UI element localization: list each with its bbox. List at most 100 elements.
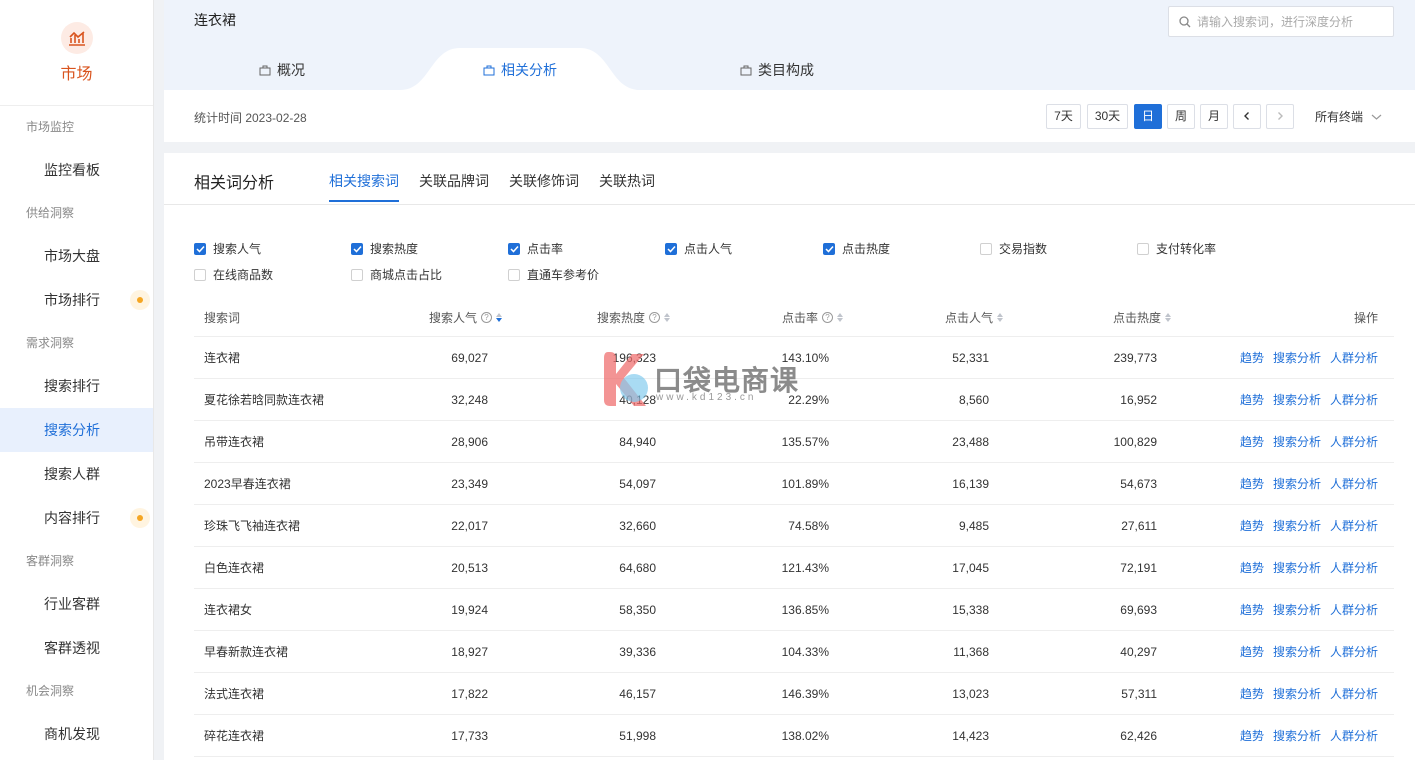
search-analysis-link[interactable]: 搜索分析 <box>1273 517 1321 534</box>
search-analysis-link[interactable]: 搜索分析 <box>1273 433 1321 450</box>
column-header[interactable]: 点击热度 <box>1003 309 1171 326</box>
sidebar-item[interactable]: 搜索排行 <box>0 364 153 408</box>
sidebar-item[interactable]: 搜索人群 <box>0 452 153 496</box>
tab-related-analysis[interactable]: 相关分析 <box>460 50 580 90</box>
trend-link[interactable]: 趋势 <box>1240 727 1264 744</box>
sidebar-item[interactable]: 监控看板 <box>0 148 153 192</box>
crowd-analysis-link[interactable]: 人群分析 <box>1330 433 1378 450</box>
trend-link[interactable]: 趋势 <box>1240 433 1264 450</box>
search-input[interactable] <box>1197 14 1377 29</box>
range-month-button[interactable]: 月 <box>1200 104 1228 129</box>
column-header[interactable]: 点击率? <box>670 309 843 326</box>
trend-link[interactable]: 趋势 <box>1240 475 1264 492</box>
checkbox-empty-icon <box>1137 242 1149 255</box>
crowd-analysis-link[interactable]: 人群分析 <box>1330 727 1378 744</box>
metric-cell: 146.39% <box>670 687 843 701</box>
column-header-label: 搜索人气 <box>428 311 477 325</box>
crowd-analysis-link[interactable]: 人群分析 <box>1330 601 1378 618</box>
metric-cell: 100,829 <box>1003 435 1171 449</box>
cell-value: 239,773 <box>1113 350 1157 365</box>
sidebar-item[interactable]: 市场大盘 <box>0 234 153 278</box>
help-icon[interactable]: ? <box>649 312 660 323</box>
help-icon[interactable]: ? <box>481 312 492 323</box>
trend-link[interactable]: 趋势 <box>1240 601 1264 618</box>
trend-link[interactable]: 趋势 <box>1240 685 1264 702</box>
sidebar-item[interactable]: 客群透视 <box>0 626 153 670</box>
column-header[interactable]: 点击人气 <box>843 309 1003 326</box>
sidebar-item[interactable]: 市场排行 <box>0 278 153 322</box>
cell-value: 138.02% <box>781 728 829 743</box>
metric-checkbox[interactable]: 搜索人气 <box>194 240 261 257</box>
metric-cell: 13,023 <box>843 687 1003 701</box>
cell-value: 11,368 <box>953 644 989 659</box>
sidebar-item[interactable]: 搜索分析 <box>0 408 153 452</box>
checkbox-label: 交易指数 <box>999 242 1048 256</box>
sidebar-item[interactable]: 商机发现 <box>0 712 153 756</box>
crowd-analysis-link[interactable]: 人群分析 <box>1330 475 1378 492</box>
metric-checkbox[interactable]: 点击热度 <box>823 240 890 257</box>
trend-link[interactable]: 趋势 <box>1240 559 1264 576</box>
sidebar-item[interactable]: 内容排行 <box>0 496 153 540</box>
trend-link[interactable]: 趋势 <box>1240 643 1264 660</box>
sidebar-item[interactable]: 行业客群 <box>0 582 153 626</box>
tab-overview[interactable]: 概况 <box>259 50 305 90</box>
cell-value: 连衣裙 <box>204 351 241 365</box>
search-analysis-link[interactable]: 搜索分析 <box>1273 643 1321 660</box>
metric-cell: 16,139 <box>843 477 1003 491</box>
metric-checkbox[interactable]: 直通车参考价 <box>508 266 599 283</box>
range-week-button[interactable]: 周 <box>1167 104 1195 129</box>
metric-cell: 69,027 <box>364 351 502 365</box>
metric-checkbox[interactable]: 点击人气 <box>665 240 732 257</box>
column-header-inner: 搜索词 <box>204 309 240 326</box>
range-day-button[interactable]: 日 <box>1134 104 1162 129</box>
column-header-inner: 点击率? <box>782 309 843 326</box>
prev-button[interactable] <box>1233 104 1261 129</box>
column-header[interactable]: 搜索热度? <box>502 309 670 326</box>
next-button[interactable] <box>1266 104 1294 129</box>
crowd-analysis-link[interactable]: 人群分析 <box>1330 391 1378 408</box>
metric-checkbox[interactable]: 在线商品数 <box>194 266 273 283</box>
metric-cell: 62,426 <box>1003 729 1171 743</box>
cell-value: 40,128 <box>619 392 656 407</box>
section-title: 相关词分析 <box>194 175 275 192</box>
metric-checkbox[interactable]: 商城点击占比 <box>351 266 442 283</box>
table-row: 早春新款连衣裙 18,927 39,336 104.33% 11,368 40,297 趋势… <box>194 631 1394 673</box>
search-analysis-link[interactable]: 搜索分析 <box>1273 391 1321 408</box>
brand[interactable]: 市场 <box>0 0 153 106</box>
crowd-analysis-link[interactable]: 人群分析 <box>1330 643 1378 660</box>
market-chart-icon <box>60 21 93 54</box>
search-analysis-link[interactable]: 搜索分析 <box>1273 475 1321 492</box>
search-analysis-link[interactable]: 搜索分析 <box>1273 349 1321 366</box>
trend-link[interactable]: 趋势 <box>1240 391 1264 408</box>
subtab-related-search[interactable]: 相关搜索词 <box>329 171 399 191</box>
metric-cell: 32,660 <box>502 519 670 533</box>
subtab-hot[interactable]: 关联热词 <box>599 171 655 191</box>
search-box[interactable] <box>1168 6 1394 37</box>
search-analysis-link[interactable]: 搜索分析 <box>1273 601 1321 618</box>
crowd-analysis-link[interactable]: 人群分析 <box>1330 349 1378 366</box>
range-7d-button[interactable]: 7天 <box>1046 104 1081 129</box>
subtab-modifier[interactable]: 关联修饰词 <box>509 171 579 191</box>
tab-category[interactable]: 类目构成 <box>740 50 814 90</box>
search-analysis-link[interactable]: 搜索分析 <box>1273 685 1321 702</box>
ops-links: 趋势 搜索分析 人群分析 <box>1240 559 1378 576</box>
trend-link[interactable]: 趋势 <box>1240 517 1264 534</box>
metric-checkbox[interactable]: 交易指数 <box>980 240 1047 257</box>
range-30d-button[interactable]: 30天 <box>1087 104 1128 129</box>
crowd-analysis-link[interactable]: 人群分析 <box>1330 559 1378 576</box>
search-analysis-link[interactable]: 搜索分析 <box>1273 727 1321 744</box>
metric-checkbox[interactable]: 支付转化率 <box>1137 240 1216 257</box>
checkbox-label: 点击人气 <box>684 242 733 256</box>
help-icon[interactable]: ? <box>822 312 833 323</box>
search-analysis-link[interactable]: 搜索分析 <box>1273 559 1321 576</box>
crowd-analysis-link[interactable]: 人群分析 <box>1330 517 1378 534</box>
metric-checkbox[interactable]: 点击率 <box>508 240 563 257</box>
crowd-analysis-link[interactable]: 人群分析 <box>1330 685 1378 702</box>
trend-link[interactable]: 趋势 <box>1240 349 1264 366</box>
column-header[interactable]: 搜索人气? <box>364 309 502 326</box>
subtab-brand[interactable]: 关联品牌词 <box>419 171 489 191</box>
metric-checkbox[interactable]: 搜索热度 <box>351 240 418 257</box>
search-icon <box>1179 15 1191 27</box>
terminal-select[interactable]: 所有终端 <box>1315 108 1382 125</box>
cell-value: 100,829 <box>1113 434 1157 449</box>
